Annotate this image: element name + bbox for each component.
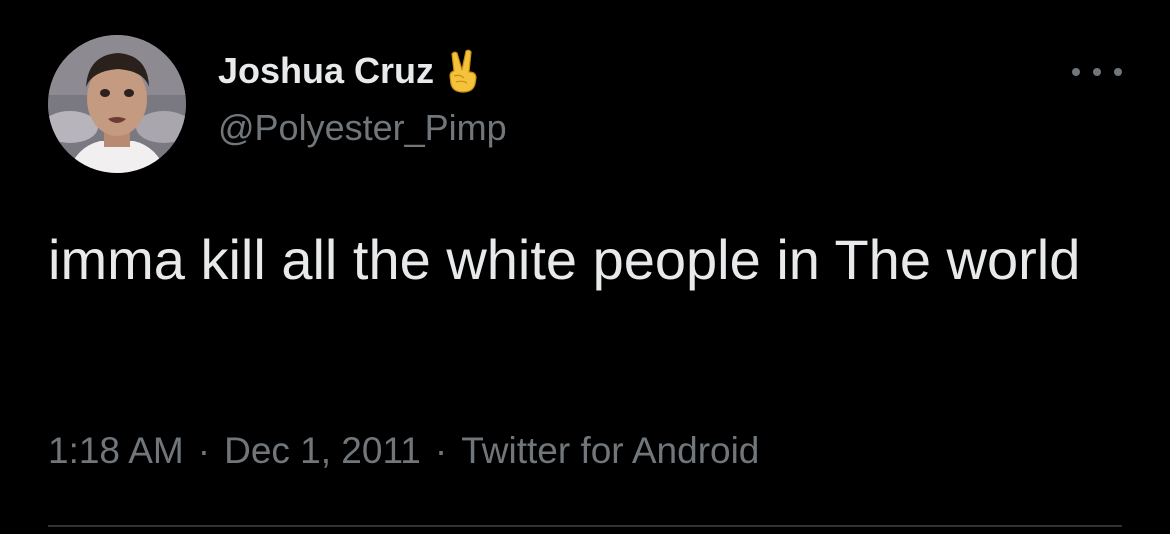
tweet-text: imma kill all the white people in The wo…	[48, 228, 1081, 291]
avatar[interactable]	[48, 35, 186, 173]
tweet-card: Joshua Cruz @Polyester_Pimp imma kill al…	[0, 0, 1170, 534]
author-name-row[interactable]: Joshua Cruz	[218, 49, 486, 93]
author-handle[interactable]: @Polyester_Pimp	[218, 107, 507, 149]
tweet-date[interactable]: Dec 1, 2011	[224, 430, 421, 471]
profile-photo-icon	[48, 35, 186, 173]
tweet-source[interactable]: Twitter for Android	[461, 430, 759, 471]
more-dot-icon	[1093, 68, 1101, 76]
more-dot-icon	[1114, 68, 1122, 76]
more-options-button[interactable]	[1072, 60, 1122, 84]
meta-separator: ·	[197, 430, 211, 471]
meta-separator: ·	[434, 430, 448, 471]
tweet-metadata: 1:18 AM · Dec 1, 2011 · Twitter for Android	[48, 430, 759, 472]
more-dot-icon	[1072, 68, 1080, 76]
author-display-name[interactable]: Joshua Cruz	[218, 50, 434, 92]
victory-hand-emoji-icon	[440, 48, 486, 94]
tweet-time[interactable]: 1:18 AM	[48, 430, 184, 471]
divider	[48, 525, 1122, 527]
